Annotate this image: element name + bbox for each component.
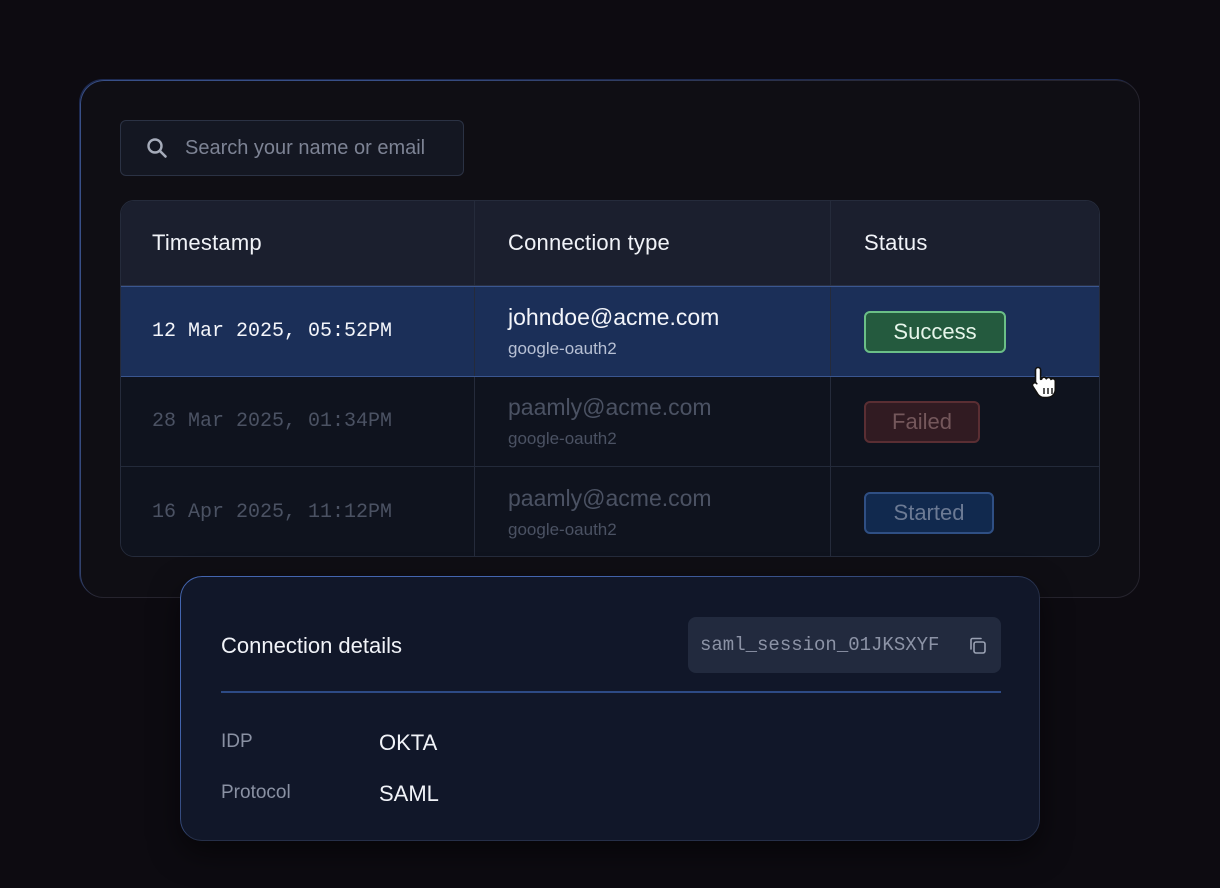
connection-cell: johndoe@acme.com google-oauth2	[475, 287, 831, 376]
timestamp: 28 Mar 2025, 01:34PM	[152, 410, 393, 433]
connections-table: Timestamp Connection type Status 12 Mar …	[120, 200, 1100, 557]
stage: Timestamp Connection type Status 12 Mar …	[0, 0, 1220, 888]
status-badge-started: Started	[864, 491, 994, 534]
user-email: paamly@acme.com	[508, 485, 712, 511]
timestamp: 12 Mar 2025, 05:52PM	[152, 320, 393, 343]
table-header: Timestamp Connection type Status	[121, 201, 1099, 286]
divider	[221, 691, 1001, 693]
timestamp: 16 Apr 2025, 11:12PM	[152, 501, 393, 524]
timestamp-cell: 16 Apr 2025, 11:12PM	[121, 467, 475, 556]
table-row[interactable]: 16 Apr 2025, 11:12PM paamly@acme.com goo…	[121, 467, 1099, 556]
session-id: saml_session_01JKSXYF	[700, 634, 940, 656]
user-email: paamly@acme.com	[508, 394, 712, 420]
column-header-status[interactable]: Status	[831, 201, 1099, 285]
table-row[interactable]: 12 Mar 2025, 05:52PM johndoe@acme.com go…	[121, 286, 1099, 377]
search-bar[interactable]	[120, 120, 464, 176]
field-label-protocol: Protocol	[221, 782, 291, 803]
provider-name: google-oauth2	[508, 339, 617, 358]
status-cell: Success	[831, 287, 1099, 376]
connection-cell: paamly@acme.com google-oauth2	[475, 377, 831, 466]
timestamp-cell: 28 Mar 2025, 01:34PM	[121, 377, 475, 466]
connection-details-panel: Connection details saml_session_01JKSXYF…	[180, 576, 1040, 841]
search-icon	[147, 138, 167, 158]
column-header-connection-type[interactable]: Connection type	[475, 201, 831, 285]
connection-cell: paamly@acme.com google-oauth2	[475, 467, 831, 556]
pointer-hand-icon	[1031, 366, 1057, 399]
status-cell: Started	[831, 467, 1099, 556]
user-email: johndoe@acme.com	[508, 304, 720, 330]
table-row[interactable]: 28 Mar 2025, 01:34PM paamly@acme.com goo…	[121, 377, 1099, 467]
status-badge-success: Success	[864, 310, 1006, 353]
field-value-protocol: SAML	[379, 781, 439, 806]
session-id-chip[interactable]: saml_session_01JKSXYF	[688, 617, 1001, 673]
field-label-idp: IDP	[221, 731, 253, 752]
search-input[interactable]	[185, 136, 455, 160]
timestamp-cell: 12 Mar 2025, 05:52PM	[121, 287, 475, 376]
status-badge-failed: Failed	[864, 400, 980, 443]
provider-name: google-oauth2	[508, 429, 617, 448]
copy-icon[interactable]	[967, 635, 989, 657]
field-value-idp: OKTA	[379, 730, 438, 755]
provider-name: google-oauth2	[508, 520, 617, 539]
details-title: Connection details	[221, 633, 403, 658]
column-header-timestamp[interactable]: Timestamp	[121, 201, 475, 285]
